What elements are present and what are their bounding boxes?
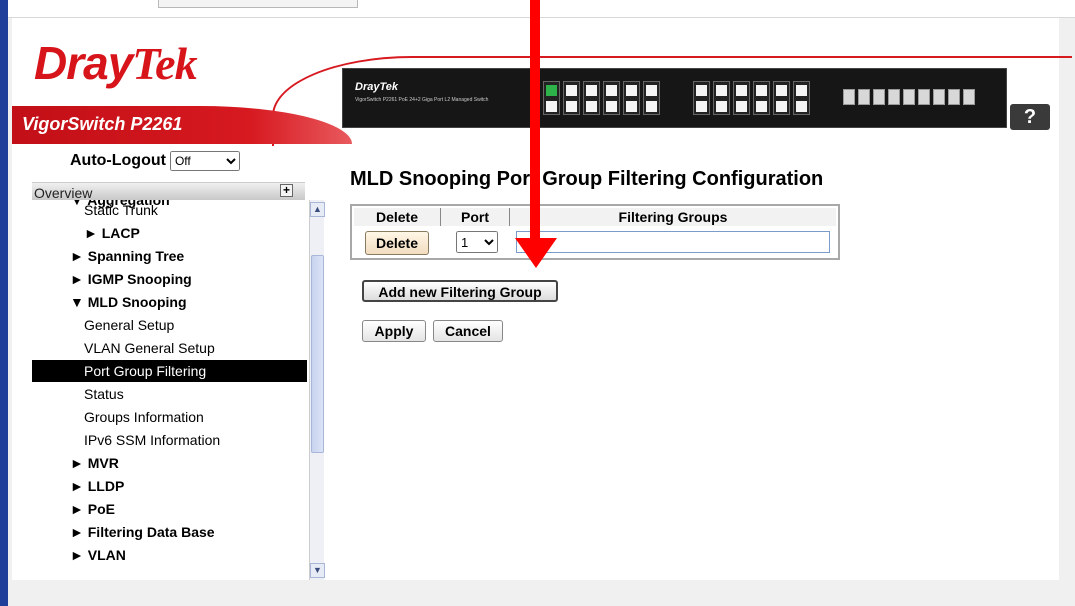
sidebar-item-mld-snooping[interactable]: ▼ MLD Snooping (32, 291, 307, 313)
annotation-arrow-shaft (530, 0, 540, 245)
sidebar-scrollbar[interactable]: ▲ ▼ (309, 200, 325, 580)
port-icon (793, 81, 810, 115)
switch-brand-text: DrayTek (355, 81, 399, 93)
port-icon (623, 81, 640, 115)
expand-plus-icon[interactable]: + (280, 184, 293, 197)
port-group-1 (543, 81, 660, 115)
scroll-up-arrow-icon[interactable]: ▲ (310, 202, 325, 217)
scroll-down-arrow-icon[interactable]: ▼ (310, 563, 325, 578)
overview-bar[interactable]: Overview + (32, 182, 305, 201)
draytek-logo: DrayTek (34, 37, 198, 89)
filtering-table: Delete Port Filtering Groups Delete 1 (350, 204, 840, 260)
sfp-slot (903, 89, 915, 105)
window-left-border (0, 0, 8, 606)
sidebar-item-igmp-snooping[interactable]: ► IGMP Snooping (32, 268, 307, 290)
sidebar-item-spanning-tree[interactable]: ► Spanning Tree (32, 245, 307, 267)
port-icon (563, 81, 580, 115)
port-icon (753, 81, 770, 115)
sidebar-item-status[interactable]: Status (32, 383, 307, 405)
help-button[interactable]: ? (1010, 104, 1050, 130)
sfp-slot (933, 89, 945, 105)
port-icon (583, 81, 600, 115)
logo-dray-text: Dray (34, 37, 133, 89)
sidebar-item-filtering-data-base[interactable]: ► Filtering Data Base (32, 521, 307, 543)
col-header-delete: Delete (354, 208, 440, 226)
annotation-arrow-head-icon (515, 238, 557, 268)
sidebar-item-ipv6-ssm-information[interactable]: IPv6 SSM Information (32, 429, 307, 451)
sfp-slot (873, 89, 885, 105)
port-icon (733, 81, 750, 115)
sidebar-item-vlan[interactable]: ► VLAN (32, 544, 307, 566)
sidebar-item-poe[interactable]: ► PoE (32, 498, 307, 520)
sfp-slot (963, 89, 975, 105)
sidebar-item-general-setup[interactable]: General Setup (32, 314, 307, 336)
logo-tek-text: Tek (132, 38, 197, 89)
model-name: VigorSwitch P2261 (22, 114, 183, 134)
sidebar-item-groups-information[interactable]: Groups Information (32, 406, 307, 428)
port-select[interactable]: 1 (456, 231, 498, 253)
sidebar-nav: ▼ Aggregation Static Trunk ► LACP ► Span… (32, 200, 307, 580)
col-header-port: Port (441, 208, 509, 226)
sidebar-item-vlan-general-setup[interactable]: VLAN General Setup (32, 337, 307, 359)
sfp-slot (888, 89, 900, 105)
sfp-slot (843, 89, 855, 105)
top-tab (158, 0, 358, 8)
switch-sub-text: VigorSwitch P2261 PoE 24+2 Giga Port L2 … (355, 97, 489, 103)
browser-frame: DrayTek VigorSwitch P2261 DrayTek VigorS… (0, 0, 1075, 606)
page-title: MLD Snooping Port Group Filtering Config… (350, 168, 824, 190)
col-header-filtering-groups: Filtering Groups (510, 208, 836, 226)
cancel-button[interactable]: Cancel (433, 320, 503, 342)
sidebar-item-lacp[interactable]: ► LACP (32, 222, 307, 244)
top-strip (8, 0, 1075, 18)
filtering-groups-input[interactable] (516, 231, 830, 253)
row-delete-button[interactable]: Delete (365, 231, 429, 255)
auto-logout-label: Auto-Logout (70, 152, 166, 169)
apply-button[interactable]: Apply (362, 320, 426, 342)
port-icon (643, 81, 660, 115)
sidebar-item-lldp[interactable]: ► LLDP (32, 475, 307, 497)
port-icon (543, 81, 560, 115)
port-icon (773, 81, 790, 115)
port-icon (693, 81, 710, 115)
port-icon (713, 81, 730, 115)
add-filtering-group-button[interactable]: Add new Filtering Group (362, 280, 558, 302)
overview-label: Overview (34, 185, 93, 201)
sidebar-item-port-group-filtering[interactable]: Port Group Filtering (32, 360, 307, 382)
sfp-slot (918, 89, 930, 105)
auto-logout-select[interactable]: Off (169, 151, 240, 171)
auto-logout: Auto-Logout Off (70, 151, 240, 171)
scroll-thumb[interactable] (311, 255, 324, 453)
switch-front-panel-image: DrayTek VigorSwitch P2261 PoE 24+2 Giga … (342, 68, 1007, 128)
port-group-2 (693, 81, 810, 115)
port-icon (603, 81, 620, 115)
sidebar-item-mvr[interactable]: ► MVR (32, 452, 307, 474)
sfp-slot (858, 89, 870, 105)
sidebar-item-static-trunk[interactable]: Static Trunk (32, 200, 307, 221)
sfp-slot (948, 89, 960, 105)
sfp-ports (843, 89, 975, 105)
